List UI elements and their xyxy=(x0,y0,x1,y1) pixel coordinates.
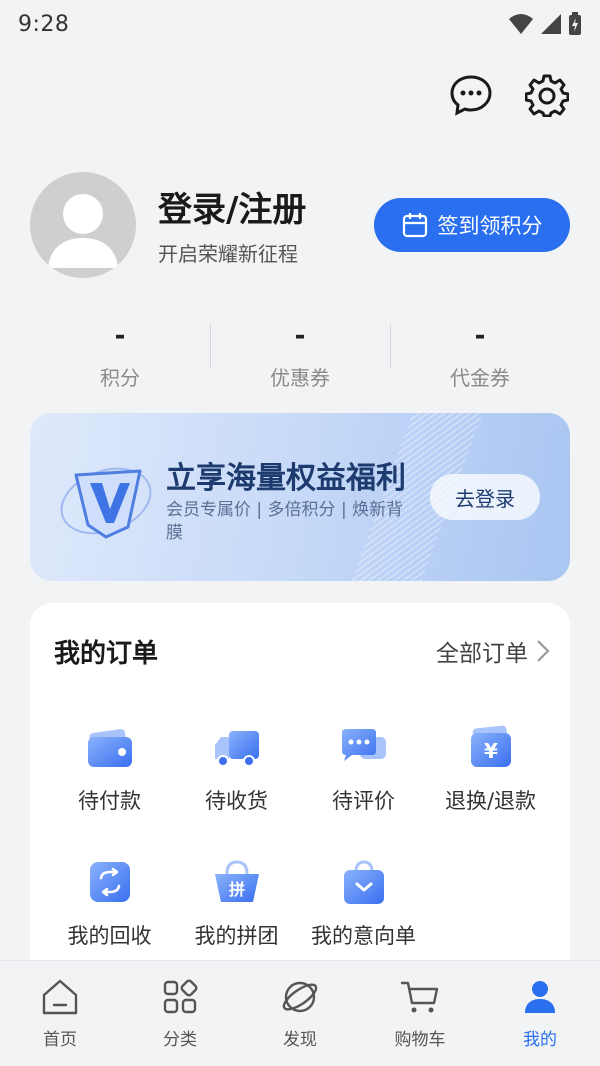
category-grid-icon xyxy=(163,979,198,1014)
recycle-icon xyxy=(89,862,130,902)
nav-label: 购物车 xyxy=(394,1030,446,1050)
nav-mine[interactable]: 我的 xyxy=(480,961,600,1066)
nav-label: 发现 xyxy=(283,1030,317,1050)
all-orders-link[interactable]: 全部订单 xyxy=(436,634,550,668)
top-actions xyxy=(448,72,570,118)
member-v-logo-icon xyxy=(60,467,152,539)
order-pending-receipt[interactable]: 待收货 xyxy=(173,723,300,858)
login-register-link[interactable]: 登录/注册 xyxy=(158,182,306,231)
status-bar: 9:28 xyxy=(0,0,600,48)
go-login-button[interactable]: 去登录 xyxy=(430,474,540,520)
order-status-grid: 待付款 待收货 待评价 ¥ 退换/退款 我的回收 拼 我的拼团 我的意向单 xyxy=(46,723,554,993)
avatar[interactable] xyxy=(30,172,136,278)
cart-icon xyxy=(400,981,439,1013)
nav-discover[interactable]: 发现 xyxy=(240,961,360,1066)
order-label: 我的回收 xyxy=(67,924,152,948)
gear-icon xyxy=(525,74,569,117)
shopping-bag-icon xyxy=(343,860,384,904)
order-label: 退换/退款 xyxy=(444,789,537,813)
nav-label: 首页 xyxy=(43,1030,77,1050)
order-row: 待付款 待收货 待评价 ¥ 退换/退款 xyxy=(46,723,554,858)
group-buy-basket-icon: 拼 xyxy=(214,860,259,902)
chevron-right-icon xyxy=(537,640,550,662)
checkin-label: 签到领积分 xyxy=(437,214,543,238)
banner-description: 会员专属价 | 多倍积分 | 焕新背膜 xyxy=(166,500,404,543)
login-subtitle: 开启荣耀新征程 xyxy=(158,242,298,266)
planet-icon xyxy=(282,981,318,1013)
nav-cart[interactable]: 购物车 xyxy=(360,961,480,1066)
calendar-icon xyxy=(402,213,427,238)
profile-section: 登录/注册 开启荣耀新征程 签到领积分 xyxy=(30,172,570,280)
stats-row: - 积分 - 优惠券 - 代金券 xyxy=(30,318,570,398)
order-pending-payment[interactable]: 待付款 xyxy=(46,723,173,858)
orders-header: 我的订单 全部订单 xyxy=(54,631,550,671)
wallet-icon xyxy=(87,729,132,767)
order-label: 待收货 xyxy=(205,789,268,813)
signal-icon xyxy=(541,14,561,34)
default-avatar-icon xyxy=(48,194,118,268)
refund-icon: ¥ xyxy=(470,725,511,767)
order-label: 待付款 xyxy=(78,789,141,813)
truck-icon xyxy=(214,731,259,767)
stat-value: - xyxy=(294,321,306,351)
stat-vouchers[interactable]: - 代金券 xyxy=(390,318,570,398)
battery-icon xyxy=(569,12,581,35)
stat-value: - xyxy=(474,321,486,351)
checkin-button[interactable]: 签到领积分 xyxy=(374,198,570,252)
banner-title: 立享海量权益福利 xyxy=(166,461,406,496)
member-benefits-banner[interactable]: 立享海量权益福利 会员专属价 | 多倍积分 | 焕新背膜 去登录 xyxy=(30,413,570,581)
message-button[interactable] xyxy=(448,72,494,118)
stat-coupons[interactable]: - 优惠券 xyxy=(210,318,390,398)
stat-value: - xyxy=(114,321,126,351)
home-icon xyxy=(42,979,78,1015)
nav-home[interactable]: 首页 xyxy=(0,961,120,1066)
stat-label: 优惠券 xyxy=(270,366,330,390)
all-orders-label: 全部订单 xyxy=(436,641,528,667)
orders-title: 我的订单 xyxy=(54,638,159,669)
message-icon xyxy=(450,75,492,116)
order-refund[interactable]: ¥ 退换/退款 xyxy=(427,723,554,858)
order-pending-review[interactable]: 待评价 xyxy=(300,723,427,858)
stat-label: 积分 xyxy=(100,366,140,390)
settings-button[interactable] xyxy=(524,72,570,118)
wifi-icon xyxy=(509,14,533,34)
person-icon xyxy=(525,981,555,1013)
svg-text:拼: 拼 xyxy=(228,880,244,899)
nav-label: 分类 xyxy=(163,1030,197,1050)
stat-points[interactable]: - 积分 xyxy=(30,318,210,398)
nav-label: 我的 xyxy=(523,1030,557,1050)
bottom-navigation: 首页 分类 发现 购物车 我的 xyxy=(0,960,600,1066)
order-label: 我的意向单 xyxy=(311,924,416,948)
stat-label: 代金券 xyxy=(450,366,510,390)
order-label: 我的拼团 xyxy=(194,924,279,948)
svg-text:¥: ¥ xyxy=(484,739,498,763)
status-time: 9:28 xyxy=(18,11,70,37)
order-label: 待评价 xyxy=(332,789,395,813)
status-icons xyxy=(508,12,582,36)
nav-category[interactable]: 分类 xyxy=(120,961,240,1066)
chat-bubble-icon xyxy=(341,729,386,761)
